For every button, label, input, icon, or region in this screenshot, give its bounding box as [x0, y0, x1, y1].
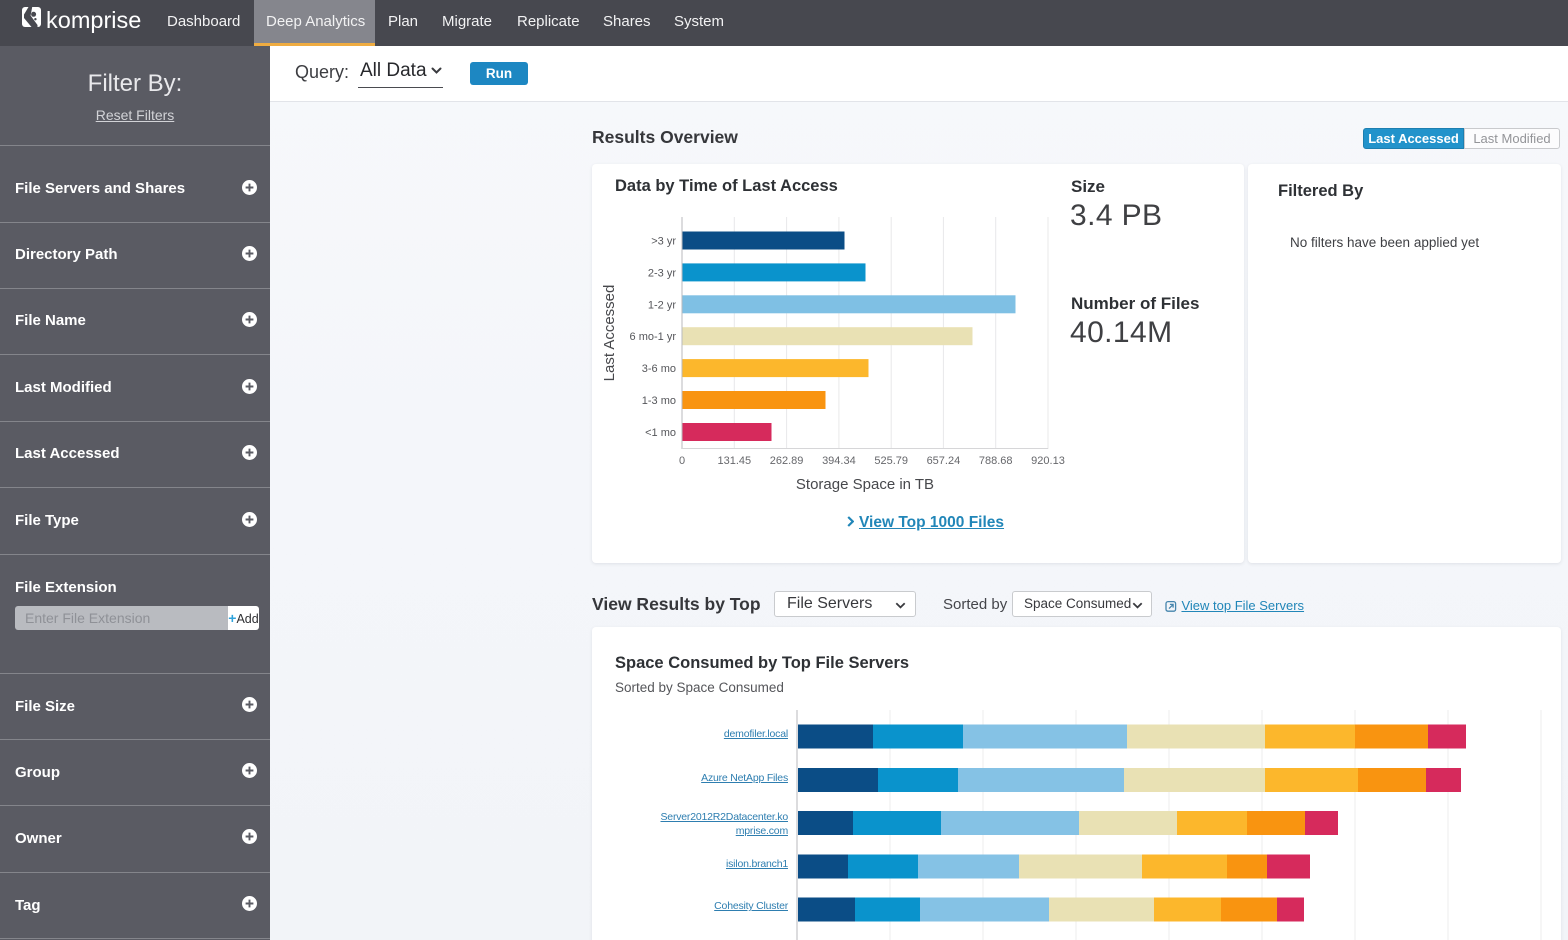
svg-text:0: 0: [679, 455, 685, 467]
svg-text:3-6 mo: 3-6 mo: [642, 363, 676, 375]
svg-text:394.34: 394.34: [822, 455, 856, 467]
svg-text:<1 mo: <1 mo: [645, 427, 676, 439]
svg-text:525.79: 525.79: [874, 455, 908, 467]
svg-text:920.13: 920.13: [1031, 455, 1065, 467]
svg-text:>3 yr: >3 yr: [651, 236, 676, 248]
svg-text:1-3 mo: 1-3 mo: [642, 395, 676, 407]
svg-text:262.89: 262.89: [770, 455, 804, 467]
svg-text:1-2 yr: 1-2 yr: [648, 299, 676, 311]
svg-text:131.45: 131.45: [717, 455, 751, 467]
svg-text:2-3 yr: 2-3 yr: [648, 267, 676, 279]
svg-text:788.68: 788.68: [979, 455, 1013, 467]
svg-text:Last Accessed: Last Accessed: [601, 285, 618, 382]
svg-text:657.24: 657.24: [927, 455, 961, 467]
svg-text:Storage Space in TB: Storage Space in TB: [796, 476, 934, 493]
svg-text:6 mo-1 yr: 6 mo-1 yr: [630, 331, 677, 343]
